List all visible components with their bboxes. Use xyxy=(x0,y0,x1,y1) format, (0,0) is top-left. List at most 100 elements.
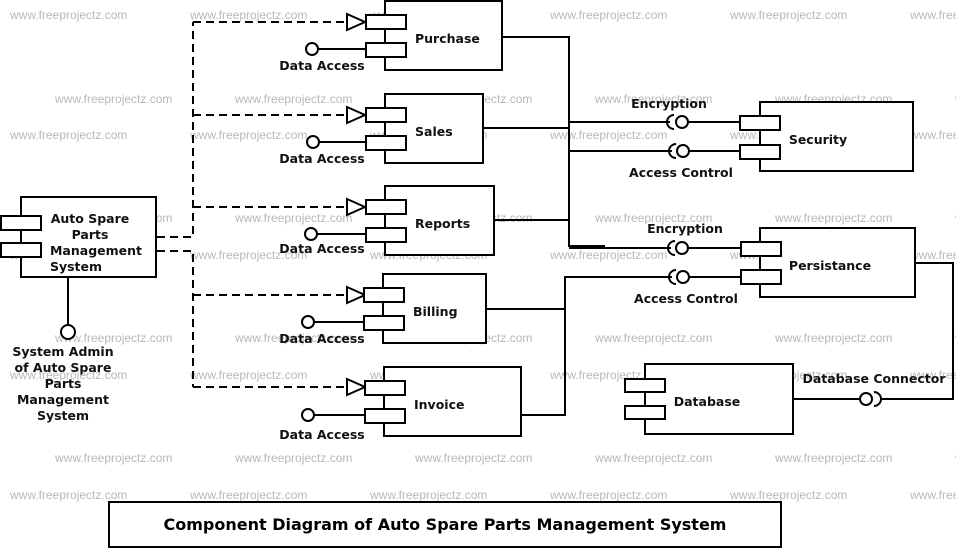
actor-label-4: Management xyxy=(17,392,109,407)
component-port-icon xyxy=(740,269,782,285)
component-port-icon xyxy=(365,199,407,215)
watermark-text: www.freeprojectz.com xyxy=(54,451,172,465)
watermark-text: www.freeprojectz.com xyxy=(729,488,847,502)
main-component-label-3: Management xyxy=(50,243,142,258)
data-access-label: Data Access xyxy=(279,427,364,442)
watermark-text: www.freeprojectz.com xyxy=(234,92,352,106)
system-admin-interface[interactable]: System Admin of Auto Spare Parts Managem… xyxy=(12,278,114,423)
component-port-icon xyxy=(0,242,42,258)
component-port-icon xyxy=(363,287,405,303)
component-port-icon xyxy=(364,408,406,424)
persistance-encryption-label: Encryption xyxy=(647,221,723,236)
component-port-icon xyxy=(364,380,406,396)
persistance-access-control-interface[interactable]: Access Control xyxy=(605,269,741,306)
watermark-text: www.freeprojectz.com xyxy=(549,248,667,262)
watermark-text: www.freeprojectz.com xyxy=(189,128,307,142)
module-label: Sales xyxy=(415,124,453,139)
component-port-icon xyxy=(365,107,407,123)
provided-interface-icon xyxy=(301,315,315,329)
watermark-text: www.freeprojectz.com xyxy=(774,211,892,225)
provided-interface-icon xyxy=(859,392,873,406)
main-component-label-1: Auto Spare xyxy=(51,211,130,226)
database-label: Database xyxy=(674,394,741,409)
actor-label-1: System Admin xyxy=(12,344,113,359)
watermark-text: www.freeprojectz.com xyxy=(594,451,712,465)
watermark-text: www.freeprojectz.com xyxy=(414,451,532,465)
security-component[interactable]: Security xyxy=(739,101,914,172)
security-access-control-label: Access Control xyxy=(629,165,733,180)
diagram-title-box: Component Diagram of Auto Spare Parts Ma… xyxy=(108,501,782,548)
component-port-icon xyxy=(740,241,782,257)
watermark-text: www.freeprojectz.com xyxy=(549,8,667,22)
watermark-text: www.freeprojectz.com xyxy=(909,248,956,262)
watermark-text: www.freeprojectz.com xyxy=(54,92,172,106)
actor-label-5: System xyxy=(37,408,89,423)
watermark-text: www.freeprojectz.com xyxy=(549,128,667,142)
required-interface-icon xyxy=(873,391,882,407)
watermark-text: www.freeprojectz.com xyxy=(9,488,127,502)
module-label: Purchase xyxy=(415,31,480,46)
watermark-text: www.freeprojectz.com xyxy=(909,488,956,502)
dependency-arrow-icon xyxy=(346,105,368,125)
watermark-text: www.freeprojectz.com xyxy=(774,451,892,465)
component-port-icon xyxy=(365,135,407,151)
watermark-text: www.freeprojectz.com xyxy=(729,8,847,22)
actor-label-3: Parts xyxy=(45,376,82,391)
data-access-label: Data Access xyxy=(279,331,364,346)
dependency-arrow-icon xyxy=(346,377,368,397)
data-access-label: Data Access xyxy=(279,241,364,256)
security-encryption-label: Encryption xyxy=(631,96,707,111)
watermark-text: www.freeprojectz.com xyxy=(909,8,956,22)
component-port-icon xyxy=(365,14,407,30)
watermark-text: www.freeprojectz.com xyxy=(234,451,352,465)
persistance-component[interactable]: Persistance xyxy=(740,227,916,298)
persistance-access-control-label: Access Control xyxy=(634,291,738,306)
persistance-label: Persistance xyxy=(789,258,871,273)
security-label: Security xyxy=(789,132,847,147)
component-port-icon xyxy=(0,215,42,231)
dependency-arrow-icon xyxy=(346,12,368,32)
data-access-label: Data Access xyxy=(279,151,364,166)
provided-interface-icon xyxy=(675,241,689,255)
database-component[interactable]: Database xyxy=(624,363,794,435)
watermark-text: www.freeprojectz.com xyxy=(594,331,712,345)
watermark-text: www.freeprojectz.com xyxy=(774,331,892,345)
watermark-text: www.freeprojectz.com xyxy=(189,368,307,382)
component-port-icon xyxy=(739,115,781,131)
watermark-text: www.freeprojectz.com xyxy=(909,128,956,142)
provided-interface-icon xyxy=(306,135,320,149)
provided-interface-icon xyxy=(305,42,319,56)
main-component-label-4: System xyxy=(50,259,102,274)
dependency-arrow-icon xyxy=(346,197,368,217)
component-port-icon xyxy=(624,405,666,420)
dependency-arrow-icon xyxy=(346,285,368,305)
provided-interface-icon xyxy=(675,115,689,129)
watermark-text: www.freeprojectz.com xyxy=(189,8,307,22)
security-access-control-interface[interactable]: Access Control xyxy=(605,143,740,180)
watermark-text: www.freeprojectz.com xyxy=(189,488,307,502)
database-connector-label: Database Connector xyxy=(802,371,946,386)
module-label: Reports xyxy=(415,216,470,231)
data-access-label: Data Access xyxy=(279,58,364,73)
component-port-icon xyxy=(624,378,666,393)
provided-interface-icon xyxy=(676,144,690,158)
watermark-text: www.freeprojectz.com xyxy=(369,488,487,502)
component-diagram: www.freeprojectz.com www.freeprojectz.com… xyxy=(0,0,956,548)
actor-label-2: of Auto Spare xyxy=(15,360,112,375)
provided-interface-icon xyxy=(304,227,318,241)
watermark-text: www.freeprojectz.com xyxy=(234,211,352,225)
component-port-icon xyxy=(363,315,405,331)
provided-interface-icon xyxy=(60,324,76,340)
module-label: Invoice xyxy=(414,397,464,412)
watermark-text: www.freeprojectz.com xyxy=(549,488,667,502)
main-component[interactable]: Auto Spare Parts Management System xyxy=(0,196,157,278)
provided-interface-icon xyxy=(676,270,690,284)
diagram-title: Component Diagram of Auto Spare Parts Ma… xyxy=(164,515,727,534)
component-port-icon xyxy=(365,42,407,58)
provided-interface-icon xyxy=(301,408,315,422)
module-label: Billing xyxy=(413,304,458,319)
component-port-icon xyxy=(739,144,781,160)
watermark-text: www.freeprojectz.com xyxy=(9,8,127,22)
component-port-icon xyxy=(365,227,407,243)
watermark-text: www.freeprojectz.com xyxy=(9,128,127,142)
